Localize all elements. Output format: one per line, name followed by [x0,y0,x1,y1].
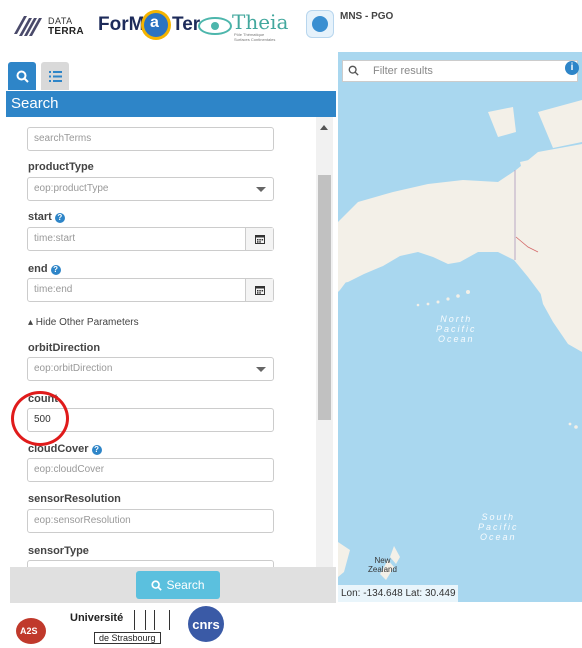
ocean-label-line: Pacific [478,522,519,532]
search-bar-footer: Search [10,567,336,603]
australia-landmass [338,542,350,577]
coordinates-readout: Lon: -134.648 Lat: 30.449 [338,585,458,602]
info-icon[interactable]: i [565,61,579,75]
theia-text: Theia [232,10,289,34]
dataterra-stripes-icon [14,16,42,36]
app-root: DATA TERRA ForM a Ter Theia Pôle Thémati… [0,0,582,648]
search-icon [348,65,359,76]
map-label-line: New [374,556,391,565]
ocean-label-line: Pacific [436,324,477,334]
sensor-type-label: sensorType [28,545,89,557]
formater-left-text: ForM [98,14,145,35]
search-button-label: Search [166,578,205,592]
theia-subtitle: Pôle Thématique Surfaces Continentales [234,32,276,42]
cloud-cover-input[interactable]: eop:cloudCover [27,458,274,482]
filter-results-input[interactable]: Filter results [342,60,578,82]
scroll-up-arrow-icon[interactable] [320,125,328,130]
tab-search[interactable] [8,62,36,90]
theia-logo: Theia Pôle Thématique Surfaces Continent… [198,10,288,42]
search-form: searchTerms productType eop:productType … [10,117,317,567]
help-icon[interactable]: ? [54,213,65,223]
calendar-button[interactable] [245,279,273,301]
scroll-thumb[interactable] [318,175,331,420]
tab-list[interactable] [41,62,69,90]
dataterra-logo: DATA TERRA [14,10,90,40]
product-type-select[interactable]: eop:productType [27,177,274,201]
calendar-button[interactable] [245,228,273,250]
start-label-text: start [28,211,52,223]
start-date-input[interactable]: time:start [27,227,274,251]
eye-icon [198,17,232,35]
unistra-text-1: Université [70,612,124,624]
app-logo-icon [306,10,334,38]
start-label: start? [28,211,65,223]
orbit-direction-placeholder: eop:orbitDirection [34,363,113,374]
map-view[interactable]: North Pacific Ocean South Pacific Ocean … [338,52,582,602]
formater-logo: ForM a Ter [98,8,200,42]
unistra-logo: Université de Strasbourg [68,610,180,646]
header: DATA TERRA ForM a Ter Theia Pôle Thémati… [0,0,582,52]
search-icon [151,579,163,591]
calendar-icon [254,286,265,295]
formater-mid-text: a [150,14,159,31]
search-button[interactable]: Search [136,571,220,599]
highlight-annotation [11,391,69,446]
end-date-input[interactable]: time:end [27,278,274,302]
orbit-direction-select[interactable]: eop:orbitDirection [27,357,274,381]
list-icon [48,70,62,82]
form-scrollbar[interactable] [316,117,333,567]
dataterra-bottom-text: TERRA [48,26,84,37]
product-type-label: productType [28,161,94,173]
north-pacific-label: North Pacific Ocean [436,314,477,344]
orbit-direction-label: orbitDirection [28,342,101,354]
south-pacific-label: South Pacific Ocean [478,512,519,542]
a2s-logo: A2S [12,606,60,646]
new-zealand-label: New Zealand [368,556,397,574]
hawaii-islands [568,422,578,429]
app-title: MNS - PGO [340,11,394,22]
unistra-bars [134,610,170,630]
sensor-resolution-input[interactable]: eop:sensorResolution [27,509,274,533]
ocean-label-line: North [440,314,473,324]
start-date-placeholder: time:start [34,233,76,244]
sensor-type-input[interactable] [27,560,274,567]
hide-other-parameters-link[interactable]: ▴ Hide Other Parameters [28,317,139,328]
ocean-label-line: South [481,512,516,522]
end-date-placeholder: time:end [34,284,73,295]
sensor-resolution-label: sensorResolution [28,493,121,505]
arctic-island [488,107,516,137]
end-label-text: end [28,263,48,275]
a2s-text: A2S [20,626,38,636]
calendar-icon [254,235,265,244]
end-label: end? [28,263,61,275]
search-terms-input[interactable]: searchTerms [27,127,274,151]
formater-right-text: Ter [172,14,201,35]
help-icon[interactable]: ? [50,265,61,275]
ocean-label-line: Ocean [479,532,517,542]
dataterra-top-text: DATA [48,16,73,26]
arctic-landmass [538,100,582,148]
product-type-placeholder: eop:productType [34,183,109,194]
cnrs-logo: cnrs [188,606,224,642]
help-icon[interactable]: ? [91,445,102,455]
map-label-line: Zealand [368,565,397,574]
search-icon [16,70,29,83]
unistra-text-2: de Strasbourg [94,632,161,644]
chevron-down-icon [256,187,266,192]
chevron-down-icon [256,367,266,372]
filter-results-placeholder: Filter results [373,65,433,77]
ocean-label-line: Ocean [437,334,475,344]
aleutian-islands [416,290,470,307]
panel-title: Search [6,91,336,117]
